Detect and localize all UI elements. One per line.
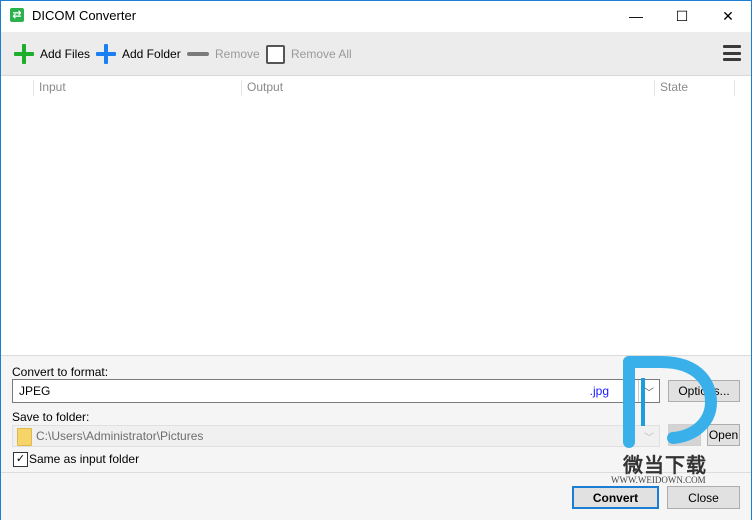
remove-button[interactable]: Remove (187, 44, 260, 64)
title-bar: ⇄ DICOM Converter — ☐ ✕ (1, 1, 751, 32)
column-end-divider (734, 80, 740, 96)
window-title: DICOM Converter (32, 8, 137, 23)
watermark-url: WWW.WEIDOWN.COM (611, 475, 706, 485)
file-list-header: Input Output State (1, 76, 751, 98)
add-files-label: Add Files (40, 47, 91, 61)
app-convert-icon: ⇄ (10, 8, 24, 22)
close-window-button[interactable]: ✕ (705, 1, 751, 31)
convert-button[interactable]: Convert (572, 486, 659, 509)
format-label: Convert to format: (12, 365, 109, 379)
column-state[interactable]: State (654, 80, 688, 96)
folder-path-field[interactable]: C:\Users\Administrator\Pictures ﹀ (12, 425, 660, 447)
watermark-text: 微当下载 (623, 455, 707, 477)
column-output[interactable]: Output (241, 80, 283, 96)
same-folder-label: Same as input folder (29, 452, 140, 466)
empty-square-icon (266, 44, 285, 64)
format-value: JPEG (19, 384, 51, 398)
file-list[interactable] (1, 98, 751, 354)
toolbar: Add Files Add Folder Remove Remove All (1, 32, 751, 76)
folder-path: C:\Users\Administrator\Pictures (36, 429, 204, 443)
folder-label: Save to folder: (12, 410, 90, 424)
open-folder-button[interactable]: Open (707, 424, 740, 446)
chevron-down-icon[interactable]: ﹀ (638, 380, 659, 402)
close-button[interactable]: Close (667, 486, 740, 509)
folder-chevron-down-icon[interactable]: ﹀ (639, 426, 659, 446)
minimize-button[interactable]: — (613, 1, 659, 31)
plus-blue-icon (96, 44, 116, 64)
remove-all-label: Remove All (291, 47, 352, 61)
options-button[interactable]: Options... (668, 380, 740, 402)
remove-all-button[interactable]: Remove All (266, 44, 352, 64)
format-extension: .jpg (589, 384, 609, 398)
app-window: ⇄ DICOM Converter — ☐ ✕ Add Files Add Fo… (0, 0, 752, 520)
add-files-button[interactable]: Add Files (14, 44, 90, 64)
minus-icon (187, 52, 209, 56)
add-folder-label: Add Folder (122, 47, 181, 61)
plus-green-icon (14, 44, 34, 64)
menu-hamburger-icon[interactable] (723, 45, 741, 61)
same-folder-checkbox[interactable]: ✓ (13, 452, 28, 467)
folder-icon (17, 428, 32, 446)
format-select[interactable]: JPEG .jpg ﹀ (12, 379, 660, 403)
add-folder-button[interactable]: Add Folder (96, 44, 181, 64)
remove-label: Remove (215, 47, 260, 61)
browse-button[interactable]: ... (668, 424, 701, 446)
settings-panel: Convert to format: JPEG .jpg ﹀ Options..… (1, 355, 751, 520)
maximize-button[interactable]: ☐ (659, 1, 705, 31)
column-input[interactable]: Input (33, 80, 66, 96)
